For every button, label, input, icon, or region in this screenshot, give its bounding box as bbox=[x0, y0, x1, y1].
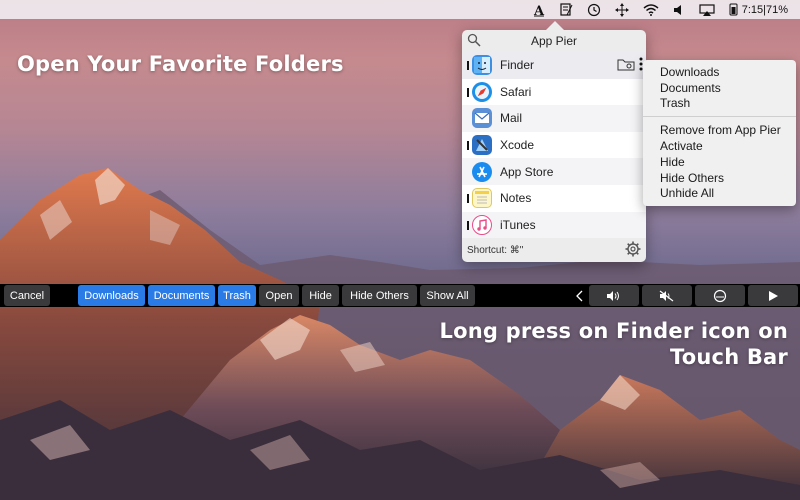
app-name: Notes bbox=[500, 191, 532, 206]
pier-header: App Pier bbox=[462, 30, 646, 52]
touchbar-trash-button[interactable]: Trash bbox=[218, 285, 256, 306]
touchbar-open-button[interactable]: Open bbox=[259, 285, 299, 306]
safari-icon bbox=[472, 81, 492, 102]
popover-arrow bbox=[546, 21, 564, 30]
pier-footer: Shortcut: ⌘" bbox=[462, 238, 646, 262]
headline-top: Open Your Favorite Folders bbox=[17, 52, 344, 76]
menu-item-hide-others[interactable]: Hide Others bbox=[643, 170, 796, 186]
headline-bottom-line1: Long press on Finder icon on bbox=[439, 319, 788, 343]
app-row-mail[interactable]: Mail bbox=[462, 105, 646, 132]
app-name: Finder bbox=[500, 58, 535, 73]
menu-separator bbox=[643, 116, 796, 118]
touch-bar: Cancel Downloads Documents Trash Open Hi… bbox=[0, 284, 800, 307]
touchbar-downloads-button[interactable]: Downloads bbox=[78, 285, 145, 306]
app-row-notes[interactable]: Notes bbox=[462, 185, 646, 212]
finder-icon bbox=[472, 55, 492, 76]
volume-icon[interactable] bbox=[666, 0, 692, 19]
clock-battery-text[interactable]: 7:15|71% bbox=[738, 4, 790, 16]
app-name: Safari bbox=[500, 84, 532, 99]
app-name: Xcode bbox=[500, 138, 535, 153]
gear-icon[interactable] bbox=[625, 241, 641, 260]
menu-item-trash[interactable]: Trash bbox=[643, 96, 796, 112]
headline-bottom-line2: Touch Bar bbox=[670, 345, 788, 369]
itunes-icon bbox=[472, 214, 492, 235]
menu-item-unhide-all[interactable]: Unhide All bbox=[643, 186, 796, 202]
menu-item-hide[interactable]: Hide bbox=[643, 154, 796, 170]
app-list: Finder Safari Mail Xcode App Store Notes… bbox=[462, 52, 646, 239]
app-row-finder[interactable]: Finder bbox=[462, 52, 646, 79]
folder-icon[interactable] bbox=[617, 58, 635, 74]
app-row-safari[interactable]: Safari bbox=[462, 79, 646, 106]
search-icon[interactable] bbox=[467, 33, 481, 50]
siri-icon[interactable] bbox=[695, 285, 745, 306]
menu-item-remove-from-app-pier[interactable]: Remove from App Pier bbox=[643, 122, 796, 138]
running-indicator bbox=[467, 220, 469, 230]
running-indicator bbox=[467, 61, 469, 70]
touchbar-show-all-button[interactable]: Show All bbox=[420, 285, 475, 306]
menu-item-documents[interactable]: Documents bbox=[643, 80, 796, 96]
volume-up-icon[interactable] bbox=[589, 285, 639, 306]
notes-icon[interactable] bbox=[552, 0, 580, 19]
wifi-icon[interactable] bbox=[636, 0, 666, 19]
xcode-icon bbox=[472, 135, 492, 156]
shortcut-label: Shortcut: ⌘" bbox=[467, 244, 524, 256]
menu-item-activate[interactable]: Activate bbox=[643, 138, 796, 154]
app-row-xcode[interactable]: Xcode bbox=[462, 132, 646, 159]
running-indicator bbox=[467, 87, 469, 97]
running-indicator bbox=[467, 140, 469, 150]
svg-text:A: A bbox=[533, 4, 545, 17]
app-name: Mail bbox=[500, 111, 523, 126]
touchbar-cancel-button[interactable]: Cancel bbox=[4, 285, 50, 306]
notes-app-icon bbox=[472, 188, 492, 209]
play-icon[interactable] bbox=[748, 285, 798, 306]
time-machine-icon[interactable] bbox=[580, 0, 608, 19]
app-name: iTunes bbox=[500, 217, 536, 232]
move-icon[interactable] bbox=[608, 0, 636, 19]
pier-title: App Pier bbox=[530, 34, 578, 48]
menu-item-downloads[interactable]: Downloads bbox=[643, 64, 796, 80]
mail-icon bbox=[472, 108, 492, 129]
touchbar-hide-button[interactable]: Hide bbox=[302, 285, 339, 306]
touchbar-documents-button[interactable]: Documents bbox=[148, 285, 215, 306]
text-input-icon[interactable]: A bbox=[526, 0, 552, 19]
finder-context-menu: Downloads Documents Trash Remove from Ap… bbox=[643, 60, 796, 206]
app-row-app-store[interactable]: App Store bbox=[462, 158, 646, 185]
running-indicator bbox=[467, 193, 469, 203]
app-store-icon bbox=[472, 161, 492, 182]
menu-bar: A 7:15|71% bbox=[0, 0, 800, 19]
app-row-itunes[interactable]: iTunes bbox=[462, 211, 646, 239]
airplay-icon[interactable] bbox=[692, 0, 722, 19]
headline-bottom: Long press on Finder icon on Touch Bar bbox=[428, 318, 788, 370]
mute-icon[interactable] bbox=[642, 285, 692, 306]
app-name: App Store bbox=[500, 164, 554, 179]
touchbar-hide-others-button[interactable]: Hide Others bbox=[342, 285, 417, 306]
app-pier-popover: App Pier Finder Safari Mail Xcode App St… bbox=[462, 30, 646, 262]
battery-icon[interactable] bbox=[722, 0, 738, 19]
chevron-left-icon[interactable] bbox=[572, 285, 586, 306]
